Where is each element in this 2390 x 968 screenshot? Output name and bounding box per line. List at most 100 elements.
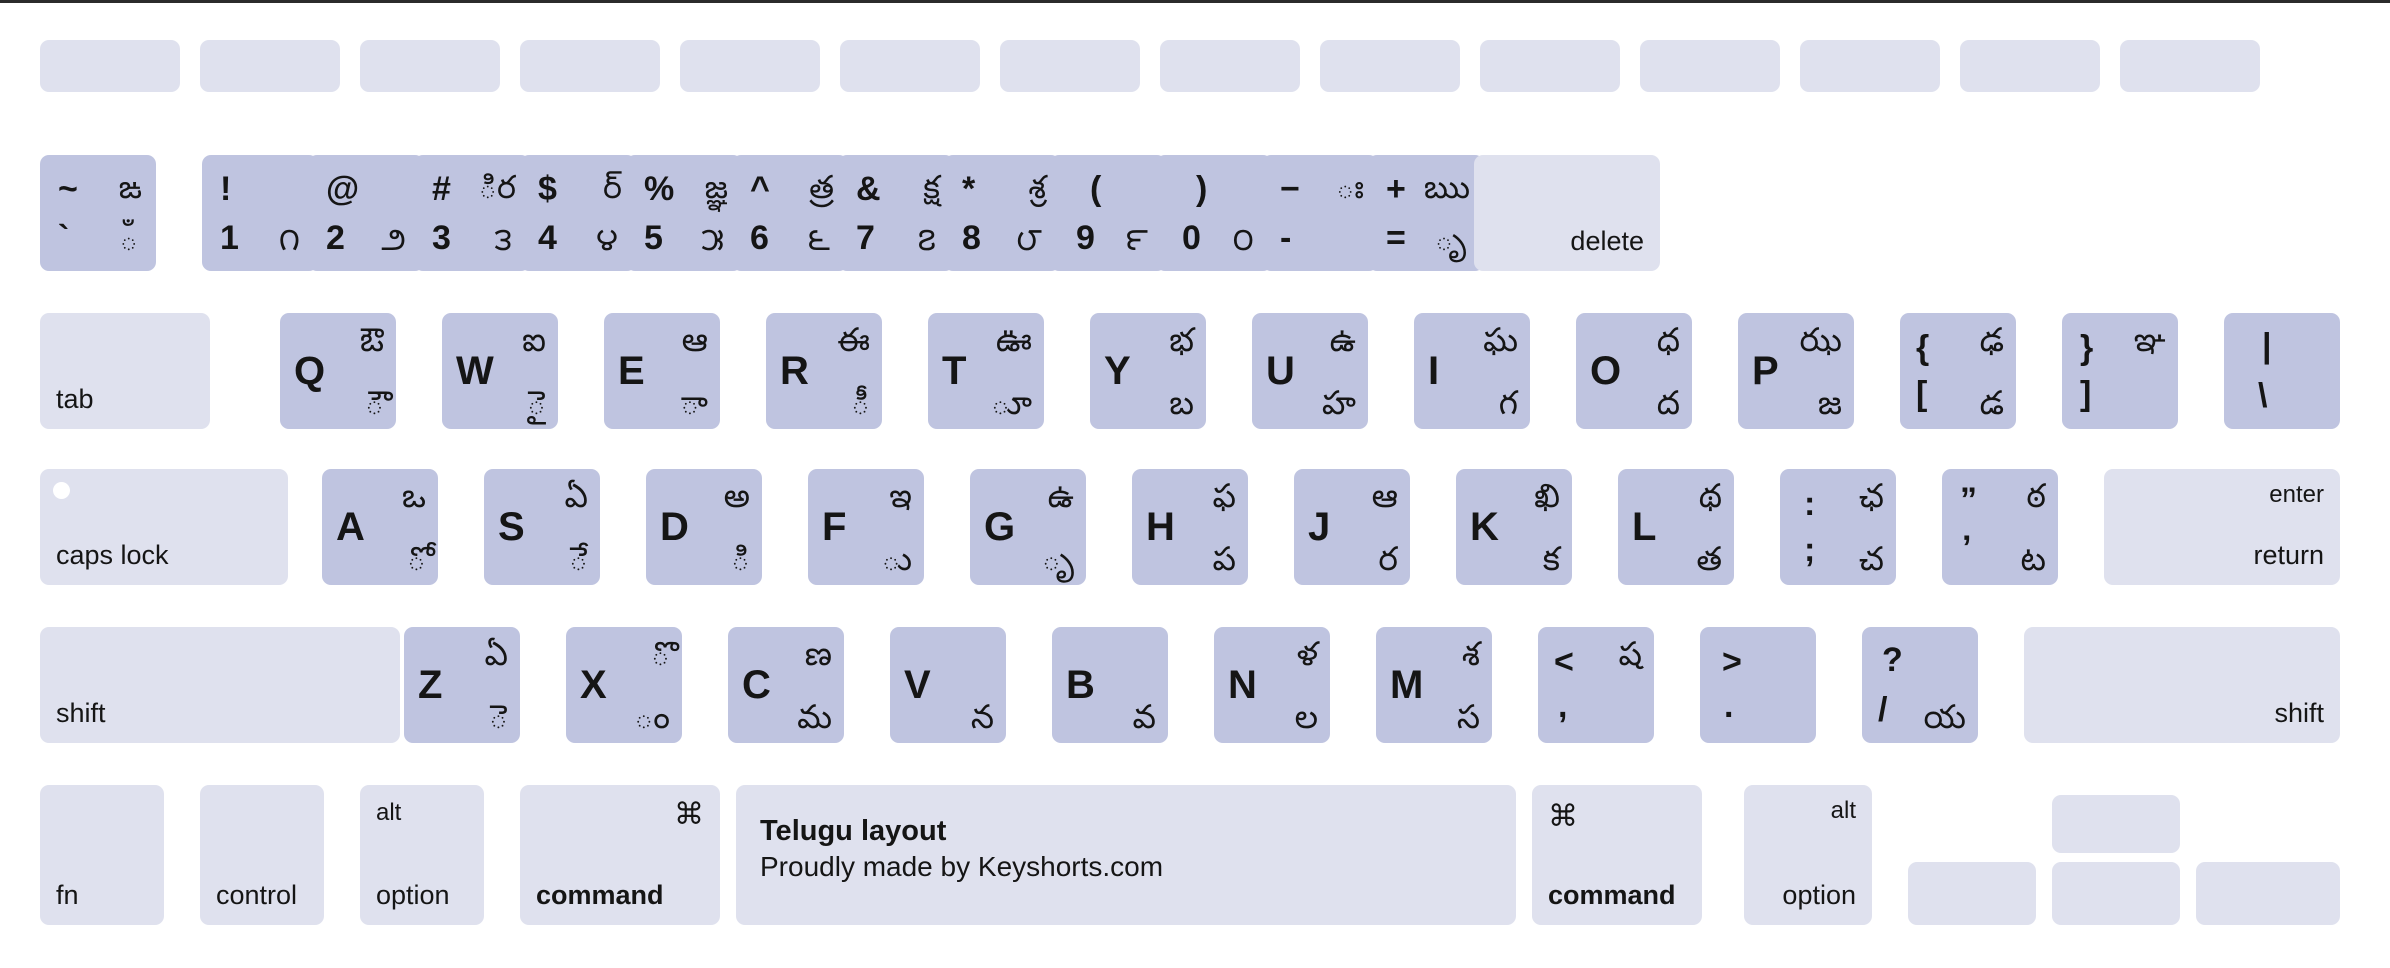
key-n[interactable]: N ళ ల — [1214, 627, 1330, 743]
key-o[interactable]: O ధ ద — [1576, 313, 1692, 429]
key-r-telugu-base: ీ — [850, 384, 870, 421]
key-power[interactable] — [2120, 40, 2260, 92]
key-6[interactable]: ^ 6 త్ర ౬ — [732, 155, 848, 271]
key-d[interactable]: D అ ి — [646, 469, 762, 585]
key-s[interactable]: S ఏ ే — [484, 469, 600, 585]
key-command-left-label: command — [536, 880, 664, 910]
key-arrow-down[interactable] — [2052, 862, 2180, 925]
key-v[interactable]: V న — [890, 627, 1006, 743]
key-n-telugu-shift: ళ — [1296, 635, 1318, 672]
key-return[interactable]: enter return — [2104, 469, 2340, 585]
key-tab[interactable]: tab — [40, 313, 210, 429]
key-i[interactable]: I ఘ గ — [1414, 313, 1530, 429]
key-backslash[interactable]: | \ — [2224, 313, 2340, 429]
key-3-symbol-base: 3 — [432, 219, 451, 257]
key-7[interactable]: & 7 క్ష ౭ — [838, 155, 954, 271]
key-delete[interactable]: delete — [1474, 155, 1660, 271]
key-f2[interactable] — [360, 40, 500, 92]
key-f12[interactable] — [1960, 40, 2100, 92]
key-3[interactable]: # 3 ిర ౩ — [414, 155, 530, 271]
key-grave[interactable]: ~ ` ఙ ఀ — [40, 155, 156, 271]
key-e[interactable]: E ఆ ా — [604, 313, 720, 429]
key-capslock[interactable]: caps lock — [40, 469, 288, 585]
key-p[interactable]: P ఝ జ — [1738, 313, 1854, 429]
key-f10[interactable] — [1640, 40, 1780, 92]
key-e-telugu-shift: ఆ — [681, 321, 708, 358]
key-period[interactable]: > . — [1700, 627, 1816, 743]
key-b[interactable]: B వ — [1052, 627, 1168, 743]
key-arrow-left[interactable] — [1908, 862, 2036, 925]
key-f5[interactable] — [840, 40, 980, 92]
key-w[interactable]: W ఐ ై — [442, 313, 558, 429]
key-shift-left[interactable]: shift — [40, 627, 400, 743]
key-slash-symbol-shift: ? — [1882, 641, 1903, 679]
key-s-telugu-base: ే — [568, 540, 588, 577]
key-quote[interactable]: ” ’ ఠ ట — [1942, 469, 2058, 585]
key-arrow-right[interactable] — [2196, 862, 2340, 925]
key-f9[interactable] — [1480, 40, 1620, 92]
key-bracketleft[interactable]: { [ ఢ డ — [1900, 313, 2016, 429]
key-semicolon-telugu-shift: ఛ — [1858, 477, 1884, 514]
key-semicolon[interactable]: : ; ఛ చ — [1780, 469, 1896, 585]
key-u-telugu-base: హ — [1321, 384, 1356, 421]
key-l[interactable]: L థ త — [1618, 469, 1734, 585]
key-c[interactable]: C ణ మ — [728, 627, 844, 743]
key-option-left[interactable]: alt option — [360, 785, 484, 925]
key-esc[interactable] — [40, 40, 180, 92]
key-k[interactable]: K ఖి క — [1456, 469, 1572, 585]
key-p-telugu-base: జ — [1817, 384, 1842, 421]
key-a[interactable]: A ఒ ో — [322, 469, 438, 585]
key-space[interactable]: Telugu layout Proudly made by Keyshorts.… — [736, 785, 1516, 925]
key-8-telugu-digit: ౮ — [1016, 221, 1042, 257]
key-x[interactable]: X ొ ం — [566, 627, 682, 743]
key-equal-symbol-shift: + — [1386, 170, 1406, 208]
key-u[interactable]: U ఉ హ — [1252, 313, 1368, 429]
key-9[interactable]: ( 9 ౯ — [1050, 155, 1166, 271]
key-f11[interactable] — [1800, 40, 1940, 92]
key-command-left[interactable]: ⌘ command — [520, 785, 720, 925]
key-command-right-label: command — [1548, 880, 1676, 910]
key-t-latin: T — [942, 349, 967, 393]
key-f4[interactable] — [680, 40, 820, 92]
key-fn[interactable]: fn — [40, 785, 164, 925]
key-f-telugu-shift: ఇ — [889, 477, 912, 514]
key-p-telugu-shift: ఝ — [1799, 321, 1842, 358]
key-h[interactable]: H ఫ ప — [1132, 469, 1248, 585]
key-4[interactable]: $ 4 ర్ ౪ — [520, 155, 636, 271]
key-j[interactable]: J ఆ ర — [1294, 469, 1410, 585]
key-1[interactable]: ! 1 ౧ — [202, 155, 318, 271]
key-comma[interactable]: < , ష — [1538, 627, 1654, 743]
key-f6[interactable] — [1000, 40, 1140, 92]
key-d-latin: D — [660, 505, 689, 549]
key-semicolon-symbol-shift: : — [1804, 485, 1816, 523]
key-option-right[interactable]: alt option — [1744, 785, 1872, 925]
key-slash[interactable]: ? / య — [1862, 627, 1978, 743]
key-r[interactable]: R ఈ ీ — [766, 313, 882, 429]
key-f3[interactable] — [520, 40, 660, 92]
key-control[interactable]: control — [200, 785, 324, 925]
key-f7[interactable] — [1160, 40, 1300, 92]
key-f[interactable]: F ఇ ు — [808, 469, 924, 585]
key-f1[interactable] — [200, 40, 340, 92]
key-g[interactable]: G ఉ ృ — [970, 469, 1086, 585]
key-y[interactable]: Y భ బ — [1090, 313, 1206, 429]
key-bracketright[interactable]: } ] ఞ — [2062, 313, 2178, 429]
key-t[interactable]: T ఊ ూ — [928, 313, 1044, 429]
key-semicolon-telugu-base: చ — [1858, 540, 1884, 577]
key-m[interactable]: M శ స — [1376, 627, 1492, 743]
key-shift-right[interactable]: shift — [2024, 627, 2340, 743]
key-z[interactable]: Z ఏ ె — [404, 627, 520, 743]
key-arrow-up[interactable] — [2052, 795, 2180, 853]
key-q[interactable]: Q ఔ ౌ — [280, 313, 396, 429]
key-0[interactable]: ) 0 ౦ — [1156, 155, 1272, 271]
key-command-right[interactable]: ⌘ command — [1532, 785, 1702, 925]
key-i-telugu-base: గ — [1498, 384, 1518, 421]
key-equal[interactable]: + = ఋ ృ — [1368, 155, 1484, 271]
key-minus[interactable]: − - ః — [1262, 155, 1378, 271]
key-bracketleft-symbol-base: [ — [1916, 375, 1928, 413]
key-f8[interactable] — [1320, 40, 1460, 92]
key-8[interactable]: * 8 శ్ర ౮ — [944, 155, 1060, 271]
key-5[interactable]: % 5 జ్ఞ ౫ — [626, 155, 742, 271]
key-2[interactable]: @ 2 ౨ — [308, 155, 424, 271]
key-period-symbol-shift: > — [1722, 643, 1742, 681]
